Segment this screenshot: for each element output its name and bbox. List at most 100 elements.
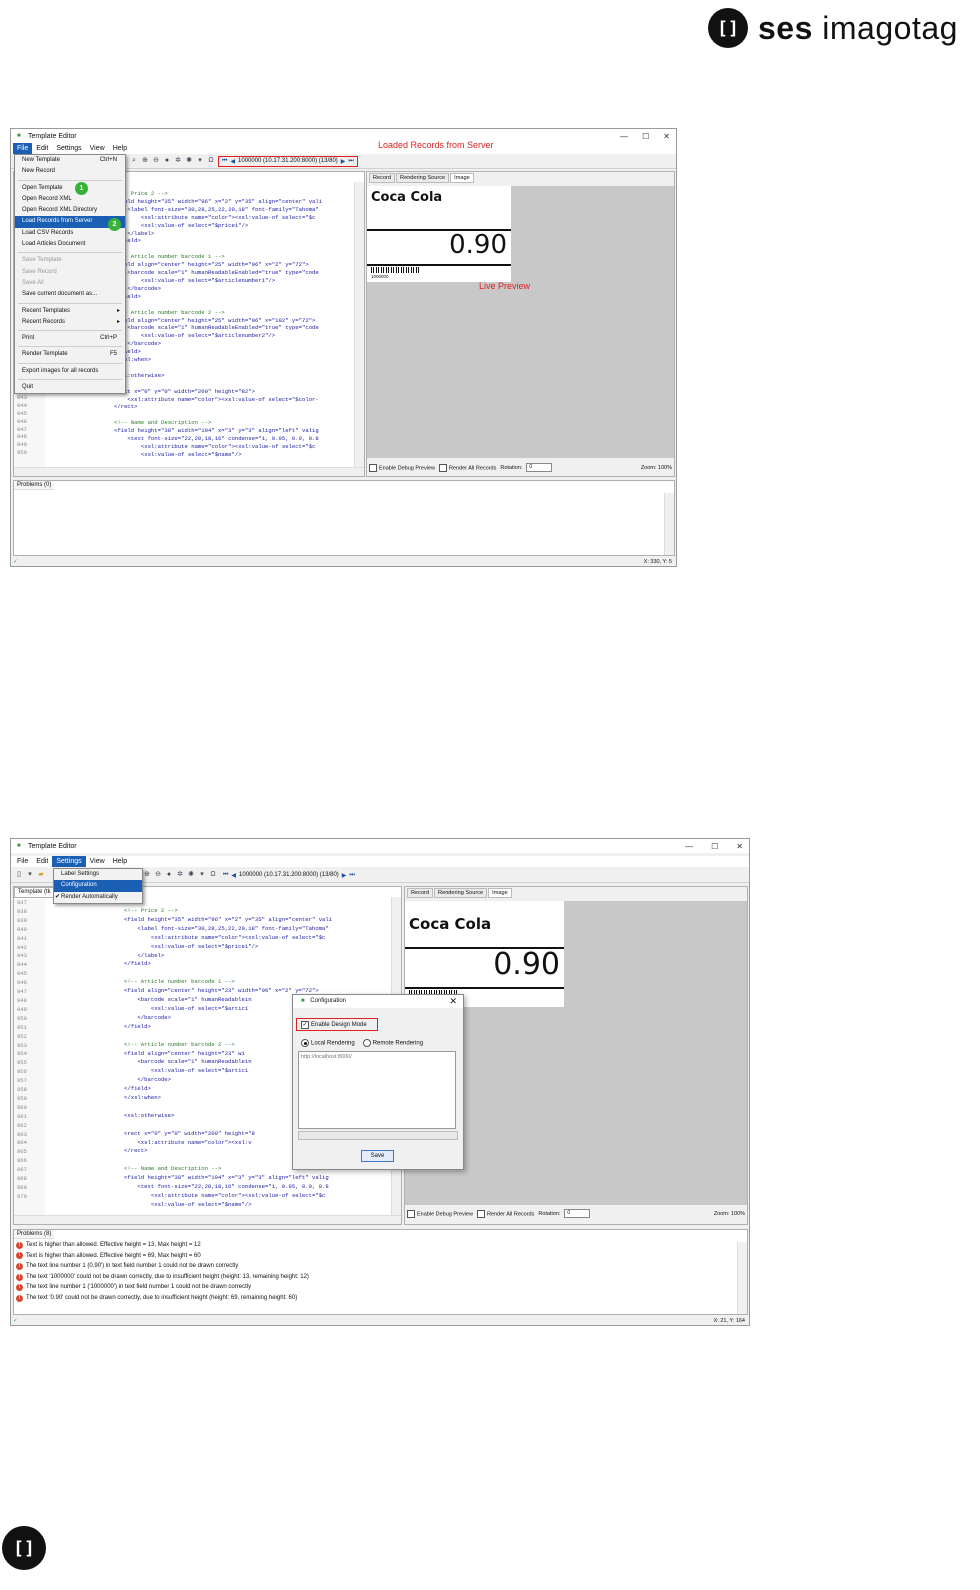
dropdown-arrow-icon[interactable]: ▾ (196, 157, 204, 165)
problem-text: Text is higher than allowed. Effective h… (26, 1242, 201, 1248)
local-rendering-radio[interactable]: Local Rendering (301, 1039, 355, 1047)
zoom-out-icon[interactable]: ⊖ (152, 157, 160, 165)
window-titlebar: ■ Template Editor — ☐ ✕ (11, 839, 749, 853)
file-menu-item[interactable]: Open Record XML Directory (15, 205, 125, 216)
maximize-button[interactable]: ☐ (642, 132, 649, 141)
menu-help[interactable]: Help (109, 856, 131, 867)
file-menu-item[interactable]: Export images for all records (15, 366, 125, 377)
enable-debug-checkbox[interactable]: Enable Debug Preview (407, 1209, 473, 1218)
problems-list: ! Text is higher than allowed. Effective … (14, 1239, 747, 1304)
tab-image[interactable]: Image (488, 888, 512, 898)
render-icon[interactable]: ✺ (185, 157, 193, 165)
open-folder-icon[interactable]: ▰ (37, 871, 45, 879)
file-menu-item[interactable]: Recent Templates ▸ (15, 306, 125, 317)
tab-record[interactable]: Record (369, 173, 396, 183)
record-icon[interactable]: ● (165, 871, 173, 879)
render-all-checkbox[interactable]: Render All Records (438, 463, 496, 472)
remote-rendering-radio[interactable]: Remote Rendering (362, 1039, 423, 1047)
menu-settings[interactable]: Settings (52, 856, 86, 867)
tab-image[interactable]: Image (450, 173, 474, 183)
record-icon[interactable]: ● (163, 157, 171, 165)
file-menu-item[interactable]: Load Articles Document (15, 239, 125, 250)
problem-item[interactable]: ! The text '1000000' could not be drawn c… (14, 1272, 747, 1283)
minimize-button[interactable]: — (620, 132, 628, 141)
settings-menu-item[interactable]: ✔ Render Automatically (54, 892, 142, 903)
horizontal-scrollbar[interactable] (14, 1215, 401, 1224)
file-menu-item[interactable]: Load CSV Records (15, 228, 125, 239)
gear-icon[interactable]: ✲ (174, 157, 182, 165)
problem-item[interactable]: ! The text line number 1 ('1000000') in t… (14, 1282, 747, 1293)
menu-view[interactable]: View (86, 143, 109, 154)
menu-file[interactable]: File (13, 856, 32, 867)
last-record-icon[interactable]: ⏭ (348, 158, 353, 165)
first-record-icon[interactable]: ⏮ (222, 158, 227, 165)
problem-item[interactable]: ! Text is higher than allowed. Effective … (14, 1240, 747, 1251)
first-record-icon[interactable]: ⏮ (223, 872, 228, 879)
settings-menu-item[interactable]: Label Settings (54, 869, 142, 880)
menu-view[interactable]: View (86, 856, 109, 867)
horizontal-scrollbar[interactable] (14, 467, 364, 476)
save-button[interactable]: Save (361, 1150, 394, 1162)
rotation-select[interactable]: 0 (526, 463, 553, 472)
menu-help[interactable]: Help (109, 143, 131, 154)
problem-item[interactable]: ! Text is higher than allowed. Effective … (14, 1251, 747, 1262)
editor-tab-template[interactable]: Template (tk (14, 887, 55, 898)
enable-debug-checkbox[interactable]: Enable Debug Preview (369, 463, 435, 472)
dropdown-arrow-icon[interactable]: ▾ (198, 871, 206, 879)
code-line: <xsl:attribute name="color"><xsl:value-o… (124, 933, 326, 941)
refresh-icon[interactable]: Ω (209, 871, 217, 879)
code-area[interactable]: <!-- Price 2 --> <field height="35" width… (114, 190, 352, 468)
file-menu-item[interactable]: Render Template F5 (15, 349, 125, 360)
menu-edit[interactable]: Edit (32, 143, 52, 154)
maximize-button[interactable]: ☐ (711, 842, 718, 851)
label-product-name: Coca Cola (409, 915, 492, 933)
render-icon[interactable]: ✺ (187, 871, 195, 879)
menu-edit[interactable]: Edit (32, 856, 52, 867)
problem-item[interactable]: ! The text line number 1 (0.90') in text … (14, 1261, 747, 1272)
last-record-icon[interactable]: ⏭ (349, 872, 354, 879)
zoom-out-icon[interactable]: ⊖ (154, 871, 162, 879)
tab-record[interactable]: Record (407, 888, 434, 898)
file-menu-item[interactable]: Quit (15, 382, 125, 393)
problems-scrollbar[interactable] (664, 493, 674, 555)
gear-icon[interactable]: ✲ (176, 871, 184, 879)
next-record-icon[interactable]: ▶ (341, 158, 346, 165)
dialog-close-icon[interactable]: ✕ (449, 995, 457, 1008)
design-mode-checkbox[interactable]: ✓ (301, 1020, 309, 1029)
zoom-in-icon[interactable]: ⊕ (141, 157, 149, 165)
file-menu-item[interactable]: New Record (15, 166, 125, 177)
file-menu-item[interactable]: Print Ctrl+P (15, 333, 125, 344)
minimize-button[interactable]: — (685, 842, 693, 851)
file-menu-item[interactable]: New Template Ctrl+N (15, 155, 125, 166)
enable-debug-label: Enable Debug Preview (379, 464, 435, 471)
zoom-in-icon[interactable]: ⊕ (143, 871, 151, 879)
settings-menu-item[interactable]: Configuration (54, 880, 142, 892)
prev-record-icon[interactable]: ◀ (230, 158, 235, 165)
problems-scrollbar[interactable] (737, 1242, 747, 1314)
render-all-label: Render All Records (486, 1210, 535, 1217)
render-all-checkbox[interactable]: Render All Records (476, 1209, 535, 1218)
close-button[interactable]: ✕ (736, 842, 743, 851)
problem-item[interactable]: ! The text '0.90' could not be drawn corr… (14, 1293, 747, 1304)
prev-record-icon[interactable]: ◀ (231, 872, 236, 879)
tab-rendering-source[interactable]: Rendering Source (434, 888, 488, 898)
menu-settings[interactable]: Settings (52, 143, 85, 154)
rotation-select[interactable]: 0 (564, 1209, 591, 1218)
file-menu-item[interactable]: Open Record XML (15, 194, 125, 205)
next-record-icon[interactable]: ▶ (342, 872, 347, 879)
file-menu-item[interactable]: Save current document as... (15, 289, 125, 300)
file-menu-item[interactable]: Open Template (15, 183, 125, 194)
refresh-icon[interactable]: Ω (207, 157, 215, 165)
tab-rendering-source[interactable]: Rendering Source (396, 173, 450, 183)
new-file-icon[interactable]: ▯ (15, 871, 23, 879)
server-url-field[interactable]: http://localhost:8000/ (298, 1051, 456, 1129)
window-titlebar: ■ Template Editor — ☐ ✕ (11, 129, 676, 143)
problems-tab[interactable]: Problems (8) (14, 1230, 55, 1239)
problems-tab[interactable]: Problems (0) (14, 481, 55, 490)
menu-file[interactable]: File (13, 143, 33, 154)
file-menu-item[interactable]: Recent Records ▸ (15, 317, 125, 328)
binoculars-icon[interactable]: ⌕ (130, 157, 138, 165)
close-button[interactable]: ✕ (663, 132, 670, 141)
vertical-scrollbar[interactable] (354, 182, 364, 468)
dropdown-arrow-icon[interactable]: ▾ (26, 871, 34, 879)
